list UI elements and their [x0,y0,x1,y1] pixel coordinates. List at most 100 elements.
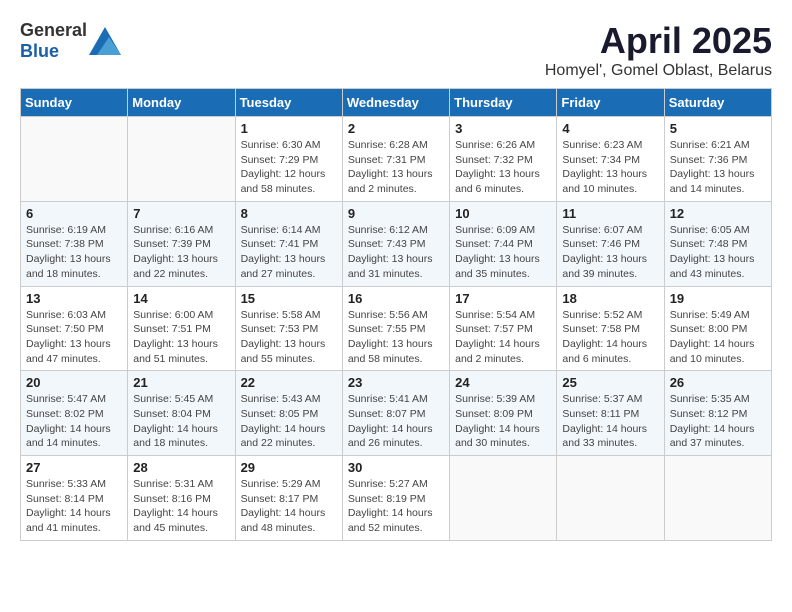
day-info: Sunrise: 5:35 AM Sunset: 8:12 PM Dayligh… [670,392,766,451]
day-info: Sunrise: 5:41 AM Sunset: 8:07 PM Dayligh… [348,392,444,451]
day-number: 16 [348,291,444,306]
calendar-day-cell: 8 Sunrise: 6:14 AM Sunset: 7:41 PM Daylig… [235,201,342,286]
calendar-day-cell: 16 Sunrise: 5:56 AM Sunset: 7:55 PM Dayli… [342,286,449,371]
weekday-header: Wednesday [342,89,449,117]
day-number: 9 [348,206,444,221]
page-header: General Blue April 2025 Homyel', Gomel O… [20,20,772,80]
weekday-header: Thursday [450,89,557,117]
calendar-day-cell [557,456,664,541]
calendar-day-cell: 12 Sunrise: 6:05 AM Sunset: 7:48 PM Dayli… [664,201,771,286]
day-number: 26 [670,375,766,390]
logo: General Blue [20,20,121,62]
calendar-day-cell: 13 Sunrise: 6:03 AM Sunset: 7:50 PM Dayli… [21,286,128,371]
day-number: 12 [670,206,766,221]
day-info: Sunrise: 5:47 AM Sunset: 8:02 PM Dayligh… [26,392,122,451]
weekday-header: Tuesday [235,89,342,117]
calendar-day-cell: 18 Sunrise: 5:52 AM Sunset: 7:58 PM Dayli… [557,286,664,371]
day-number: 1 [241,121,337,136]
day-info: Sunrise: 5:27 AM Sunset: 8:19 PM Dayligh… [348,477,444,536]
day-info: Sunrise: 5:45 AM Sunset: 8:04 PM Dayligh… [133,392,229,451]
calendar-day-cell: 9 Sunrise: 6:12 AM Sunset: 7:43 PM Daylig… [342,201,449,286]
calendar-day-cell: 4Sunrise: 6:23 AM Sunset: 7:34 PM Daylig… [557,117,664,202]
day-info: Sunrise: 6:16 AM Sunset: 7:39 PM Dayligh… [133,223,229,282]
day-number: 23 [348,375,444,390]
calendar-day-cell: 26 Sunrise: 5:35 AM Sunset: 8:12 PM Dayli… [664,371,771,456]
day-info: Sunrise: 6:26 AM Sunset: 7:32 PM Dayligh… [455,138,551,197]
day-number: 28 [133,460,229,475]
title-block: April 2025 Homyel', Gomel Oblast, Belaru… [545,20,772,80]
calendar-day-cell: 1 Sunrise: 6:30 AM Sunset: 7:29 PM Daylig… [235,117,342,202]
calendar-week-row: 6Sunrise: 6:19 AM Sunset: 7:38 PM Daylig… [21,201,772,286]
day-number: 21 [133,375,229,390]
calendar-day-cell [128,117,235,202]
calendar-week-row: 1 Sunrise: 6:30 AM Sunset: 7:29 PM Daylig… [21,117,772,202]
calendar-day-cell: 25Sunrise: 5:37 AM Sunset: 8:11 PM Dayli… [557,371,664,456]
calendar-day-cell: 24Sunrise: 5:39 AM Sunset: 8:09 PM Dayli… [450,371,557,456]
day-info: Sunrise: 6:07 AM Sunset: 7:46 PM Dayligh… [562,223,658,282]
day-info: Sunrise: 5:37 AM Sunset: 8:11 PM Dayligh… [562,392,658,451]
day-info: Sunrise: 5:31 AM Sunset: 8:16 PM Dayligh… [133,477,229,536]
calendar-day-cell: 20Sunrise: 5:47 AM Sunset: 8:02 PM Dayli… [21,371,128,456]
day-number: 19 [670,291,766,306]
day-number: 14 [133,291,229,306]
logo-icon [89,27,121,55]
weekday-header: Saturday [664,89,771,117]
day-number: 17 [455,291,551,306]
calendar-day-cell: 15Sunrise: 5:58 AM Sunset: 7:53 PM Dayli… [235,286,342,371]
calendar-day-cell [21,117,128,202]
day-info: Sunrise: 5:56 AM Sunset: 7:55 PM Dayligh… [348,308,444,367]
calendar-table: SundayMondayTuesdayWednesdayThursdayFrid… [20,88,772,541]
weekday-header: Monday [128,89,235,117]
day-number: 29 [241,460,337,475]
day-number: 7 [133,206,229,221]
day-number: 6 [26,206,122,221]
day-info: Sunrise: 5:33 AM Sunset: 8:14 PM Dayligh… [26,477,122,536]
day-info: Sunrise: 5:52 AM Sunset: 7:58 PM Dayligh… [562,308,658,367]
day-number: 2 [348,121,444,136]
day-info: Sunrise: 6:23 AM Sunset: 7:34 PM Dayligh… [562,138,658,197]
day-info: Sunrise: 6:05 AM Sunset: 7:48 PM Dayligh… [670,223,766,282]
calendar-day-cell: 21 Sunrise: 5:45 AM Sunset: 8:04 PM Dayli… [128,371,235,456]
calendar-day-cell: 2 Sunrise: 6:28 AM Sunset: 7:31 PM Daylig… [342,117,449,202]
calendar-day-cell: 14 Sunrise: 6:00 AM Sunset: 7:51 PM Dayli… [128,286,235,371]
day-number: 13 [26,291,122,306]
calendar-day-cell: 27Sunrise: 5:33 AM Sunset: 8:14 PM Dayli… [21,456,128,541]
day-number: 11 [562,206,658,221]
day-number: 10 [455,206,551,221]
calendar-week-row: 27Sunrise: 5:33 AM Sunset: 8:14 PM Dayli… [21,456,772,541]
day-info: Sunrise: 6:30 AM Sunset: 7:29 PM Dayligh… [241,138,337,197]
day-info: Sunrise: 6:12 AM Sunset: 7:43 PM Dayligh… [348,223,444,282]
calendar-day-cell: 10 Sunrise: 6:09 AM Sunset: 7:44 PM Dayli… [450,201,557,286]
calendar-day-cell: 3 Sunrise: 6:26 AM Sunset: 7:32 PM Daylig… [450,117,557,202]
day-info: Sunrise: 5:29 AM Sunset: 8:17 PM Dayligh… [241,477,337,536]
calendar-day-cell: 29 Sunrise: 5:29 AM Sunset: 8:17 PM Dayli… [235,456,342,541]
day-number: 24 [455,375,551,390]
calendar-day-cell: 6Sunrise: 6:19 AM Sunset: 7:38 PM Daylig… [21,201,128,286]
weekday-header: Sunday [21,89,128,117]
day-info: Sunrise: 6:21 AM Sunset: 7:36 PM Dayligh… [670,138,766,197]
day-info: Sunrise: 6:00 AM Sunset: 7:51 PM Dayligh… [133,308,229,367]
day-info: Sunrise: 6:03 AM Sunset: 7:50 PM Dayligh… [26,308,122,367]
weekday-header: Friday [557,89,664,117]
calendar-day-cell [664,456,771,541]
day-number: 18 [562,291,658,306]
logo-general: General [20,20,87,40]
calendar-day-cell: 17 Sunrise: 5:54 AM Sunset: 7:57 PM Dayli… [450,286,557,371]
day-info: Sunrise: 6:09 AM Sunset: 7:44 PM Dayligh… [455,223,551,282]
calendar-week-row: 20Sunrise: 5:47 AM Sunset: 8:02 PM Dayli… [21,371,772,456]
day-number: 5 [670,121,766,136]
day-number: 22 [241,375,337,390]
day-info: Sunrise: 6:28 AM Sunset: 7:31 PM Dayligh… [348,138,444,197]
day-info: Sunrise: 5:54 AM Sunset: 7:57 PM Dayligh… [455,308,551,367]
calendar-day-cell: 28 Sunrise: 5:31 AM Sunset: 8:16 PM Dayli… [128,456,235,541]
day-number: 30 [348,460,444,475]
logo-blue: Blue [20,41,59,61]
day-number: 8 [241,206,337,221]
calendar-day-cell: 30 Sunrise: 5:27 AM Sunset: 8:19 PM Dayli… [342,456,449,541]
calendar-day-cell: 7 Sunrise: 6:16 AM Sunset: 7:39 PM Daylig… [128,201,235,286]
day-info: Sunrise: 6:14 AM Sunset: 7:41 PM Dayligh… [241,223,337,282]
day-info: Sunrise: 5:58 AM Sunset: 7:53 PM Dayligh… [241,308,337,367]
logo-text: General Blue [20,20,87,62]
day-number: 3 [455,121,551,136]
calendar-week-row: 13 Sunrise: 6:03 AM Sunset: 7:50 PM Dayli… [21,286,772,371]
